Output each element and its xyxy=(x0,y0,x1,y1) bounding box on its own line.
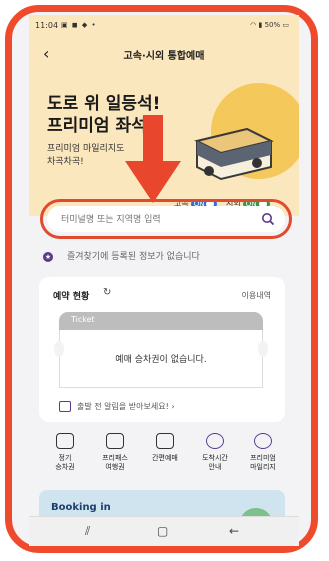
history-link[interactable]: 이용내역 xyxy=(242,290,271,301)
reservation-card: 예약 현황 ↻ 이용내역 Ticket 예매 승차권이 없습니다. 출발 전 알… xyxy=(39,277,285,422)
app-header: ‹ 고속·시외 통합예매 xyxy=(29,37,299,71)
search-icon[interactable] xyxy=(261,212,275,226)
battery-icon: ▭ xyxy=(282,21,289,29)
ticket-empty-text: 예매 승차권이 없습니다. xyxy=(115,355,207,365)
pass-icon xyxy=(106,433,124,449)
clock-icon xyxy=(206,433,224,449)
ticket-notch-left xyxy=(54,341,64,357)
menu-label-line1: 도착시간 xyxy=(202,454,228,462)
quick-menu: 정기 승차권 프리패스 여행권 간편예매 도착시간 안내 프리미엄 마일리지 xyxy=(39,433,289,493)
menu-label-line1: 프리미엄 xyxy=(250,454,276,462)
status-time: 11:04 xyxy=(35,21,59,30)
menu-label-line2: 안내 xyxy=(208,463,222,471)
phone-screen: 11:04 ▣ ◼ ◆ • ◠ ▮ 50% ▭ ‹ 고속·시외 통합예매 도로 … xyxy=(29,15,299,546)
search-highlight-outline xyxy=(40,199,292,239)
bus-illustration xyxy=(194,127,274,181)
alert-tip[interactable]: 출발 전 알림을 받아보세요! › xyxy=(59,401,175,412)
ticket-header: Ticket xyxy=(59,312,263,330)
sub-line1: 프리미엄 마일리지도 xyxy=(47,144,125,154)
menu-label-line2: 여행권 xyxy=(105,463,125,471)
search-bar[interactable] xyxy=(47,206,285,234)
menu-season-ticket[interactable]: 정기 승차권 xyxy=(41,433,89,472)
menu-quick-booking[interactable]: 간편예매 xyxy=(141,433,189,463)
quick-booking-icon xyxy=(156,433,174,449)
page-title: 고속·시외 통합예매 xyxy=(123,51,205,62)
menu-label-line1: 간편예매 xyxy=(152,454,178,462)
notification-icons: ▣ ◼ ◆ • xyxy=(61,21,97,29)
mileage-icon xyxy=(254,433,272,449)
annotation-down-arrow xyxy=(125,115,181,203)
wifi-icon: ◠ xyxy=(250,21,257,29)
home-icon[interactable]: ▢ xyxy=(157,524,168,538)
star-icon: ★ xyxy=(43,251,53,262)
menu-label-line1: 정기 xyxy=(58,454,72,462)
status-right: ◠ ▮ 50% ▭ xyxy=(250,21,289,29)
status-bar: 11:04 ▣ ◼ ◆ • ◠ ▮ 50% ▭ xyxy=(29,15,299,37)
banner-subtext: 프리미엄 마일리지도 차곡차곡! xyxy=(47,143,124,169)
recent-apps-icon[interactable]: ⫽ xyxy=(85,524,90,539)
back-icon[interactable]: ← xyxy=(229,524,239,538)
menu-premium-mileage[interactable]: 프리미엄 마일리지 xyxy=(239,433,287,472)
booking-banner-text: Booking in xyxy=(51,502,111,513)
sub-line2: 차곡차곡! xyxy=(47,157,84,167)
menu-label-line1: 프리패스 xyxy=(102,454,128,462)
reservation-title: 예약 현황 xyxy=(53,292,90,302)
ticket-label: Ticket xyxy=(71,315,95,324)
system-nav-bar: ⫽ ▢ ← xyxy=(29,516,299,546)
headline-line1: 도로 위 일등석! xyxy=(47,94,161,114)
refresh-icon[interactable]: ↻ xyxy=(103,287,111,298)
signal-icon: ▮ xyxy=(258,21,263,29)
favorites-section: ★ 즐겨찾기에 등록된 정보가 없습니다 xyxy=(43,249,293,262)
battery-percent: 50% xyxy=(264,21,281,29)
ticket-notch-right xyxy=(258,341,268,357)
favorites-empty-text: 즐겨찾기에 등록된 정보가 없습니다 xyxy=(67,252,200,262)
alert-tip-text: 출발 전 알림을 받아보세요! xyxy=(77,402,169,411)
ticket-wallet-icon xyxy=(56,433,74,449)
menu-label-line2: 승차권 xyxy=(55,463,75,471)
calendar-alarm-icon xyxy=(59,401,71,412)
search-input[interactable] xyxy=(59,206,243,234)
menu-label-line2: 마일리지 xyxy=(250,463,276,471)
menu-free-pass[interactable]: 프리패스 여행권 xyxy=(91,433,139,472)
ticket-body: 예매 승차권이 없습니다. xyxy=(59,330,263,388)
menu-arrival-time[interactable]: 도착시간 안내 xyxy=(191,433,239,472)
